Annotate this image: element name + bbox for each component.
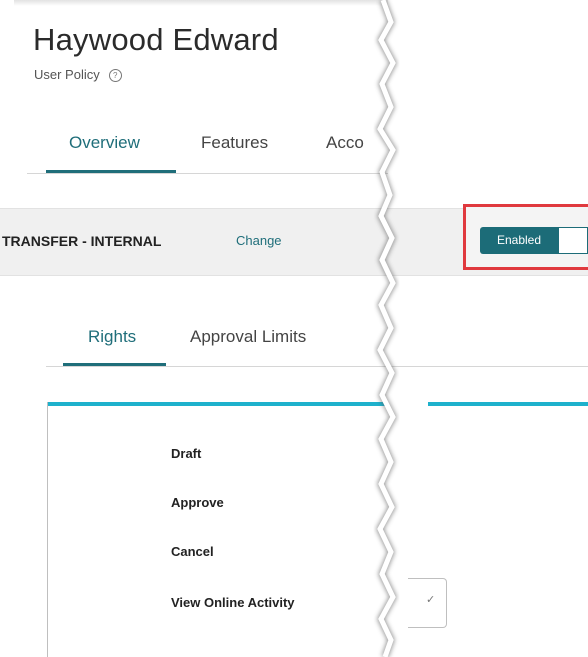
active-subtab-indicator: [63, 363, 166, 366]
toggle-knob: [558, 227, 588, 254]
main-tabs: Overview Features Acco: [27, 133, 388, 174]
right-cancel: Cancel: [171, 544, 214, 559]
toggle-label: Enabled: [480, 227, 558, 254]
change-link[interactable]: Change: [236, 233, 282, 248]
active-tab-indicator: [46, 170, 176, 173]
chevron-down-icon: ✓: [426, 594, 436, 606]
panel-accent-bar: [48, 402, 388, 406]
tab-approval-limits[interactable]: Approval Limits: [190, 327, 306, 347]
section-title: TRANSFER - INTERNAL: [2, 233, 162, 249]
panel-accent-bar-right: [428, 402, 588, 406]
tab-rights[interactable]: Rights: [88, 327, 136, 347]
left-pane: Haywood Edward User Policy? Overview Fea…: [0, 0, 388, 657]
rights-panel: Draft Approve Cancel View Online Activit…: [47, 402, 388, 657]
enabled-toggle[interactable]: Enabled: [480, 227, 588, 254]
right-draft: Draft: [171, 446, 202, 461]
subtitle-label: User Policy: [34, 67, 100, 82]
page-title: Haywood Edward: [33, 22, 279, 57]
right-view-online-activity: View Online Activity: [171, 595, 295, 610]
tab-overview[interactable]: Overview: [69, 133, 140, 153]
tab-features[interactable]: Features: [201, 133, 268, 153]
right-pane: Enabled ✓: [388, 0, 588, 657]
page-subtitle: User Policy?: [34, 67, 122, 82]
torn-edge: [375, 0, 398, 657]
help-icon[interactable]: ?: [108, 69, 122, 82]
sub-tabs: Rights Approval Limits: [46, 325, 388, 367]
top-shadow: [14, 0, 388, 6]
right-approve: Approve: [171, 495, 224, 510]
subtabs-divider: [388, 366, 588, 367]
transfer-section-header: TRANSFER - INTERNAL Change: [0, 208, 388, 276]
